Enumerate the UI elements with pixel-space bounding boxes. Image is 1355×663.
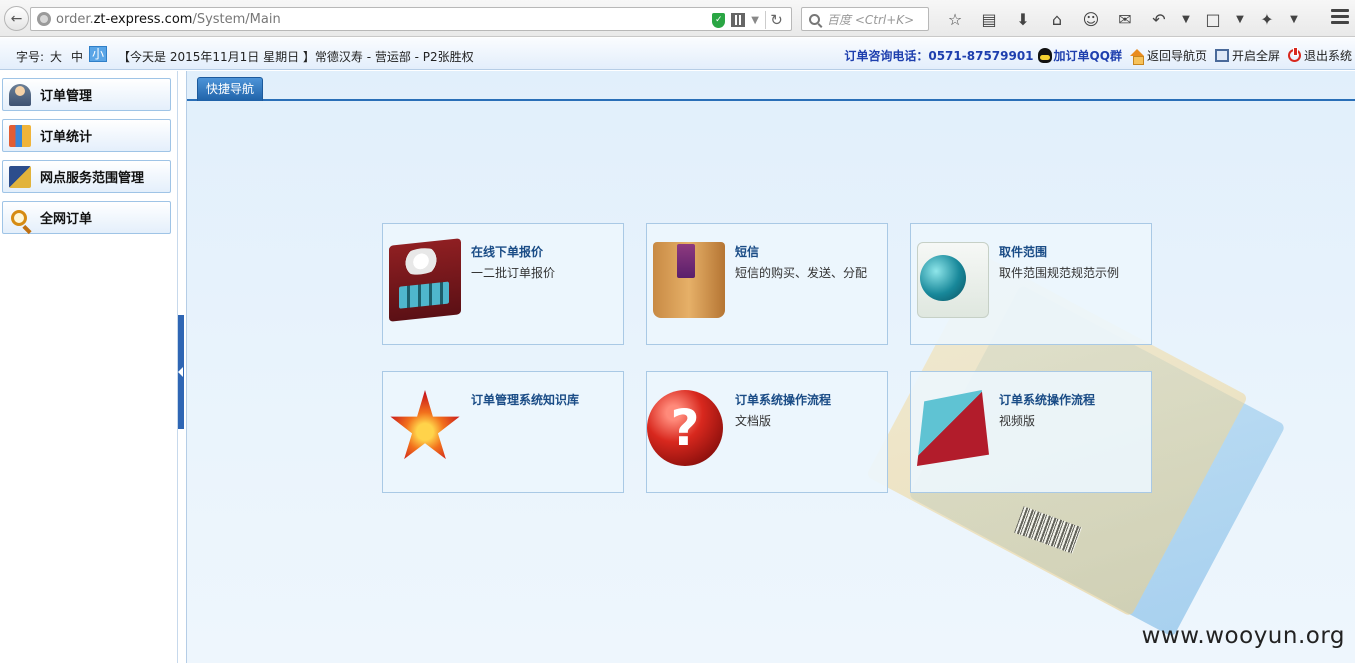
back-home-link[interactable]: 返回导航页: [1147, 47, 1207, 64]
sidebar-item-label: 订单统计: [40, 130, 93, 145]
card-online-quote[interactable]: 在线下单报价 一二批订单报价: [382, 223, 624, 345]
sidebar-item-label: 订单管理: [40, 89, 93, 104]
main-content: 快捷导航 在线下单报价 一二批订单报价 短信 短信的购买、发送、分配 取件范围 …: [186, 71, 1355, 663]
card-sms[interactable]: 短信 短信的购买、发送、分配: [646, 223, 888, 345]
sidebar-item-service-range[interactable]: 网点服务范围管理: [2, 160, 171, 193]
calculator-icon: [389, 238, 461, 322]
hotline: 订单咨询电话：0571-87579901: [844, 49, 1034, 63]
back-arrow-icon: ←: [10, 10, 23, 27]
tab-strip: 快捷导航: [187, 71, 1355, 101]
font-size-large[interactable]: 大: [50, 48, 62, 65]
card-title: 订单系统操作流程: [999, 393, 1096, 407]
sidebar-item-label: 全网订单: [40, 212, 93, 227]
fullscreen-icon: [1214, 49, 1229, 62]
search-placeholder: 百度 <Ctrl+K>: [827, 12, 915, 27]
search-input[interactable]: 百度 <Ctrl+K>: [801, 7, 929, 31]
box-icon: [653, 242, 725, 318]
font-size-small[interactable]: 小: [89, 46, 108, 62]
font-size-medium[interactable]: 中: [71, 48, 83, 65]
card-desc: 一二批订单报价: [471, 266, 556, 280]
help-icon: ?: [647, 390, 723, 466]
app-header: 字号: 大 中 小 【今天是 2015年11月1日 星期日 】常德汉寿 - 营运…: [0, 38, 1355, 70]
card-pickup-range[interactable]: 取件范围 取件范围规范规范示例: [910, 223, 1152, 345]
film-icon: [917, 390, 989, 466]
fullscreen-link[interactable]: 开启全屏: [1232, 47, 1280, 64]
logout-link[interactable]: 退出系统: [1304, 47, 1352, 64]
home-icon: [1129, 48, 1145, 65]
globe-document-icon: [917, 242, 989, 318]
back-button[interactable]: ←: [4, 6, 29, 31]
chevron-down-icon[interactable]: ▼: [1284, 8, 1304, 30]
qr-code-icon[interactable]: [731, 13, 746, 27]
card-title: 订单系统操作流程: [735, 393, 832, 407]
sidebar: 订单管理 订单统计 网点服务范围管理 全网订单: [0, 71, 178, 663]
card-desc: 视频版: [999, 414, 1036, 428]
watermark: www.wooyun.org: [1141, 623, 1345, 649]
card-operation-video[interactable]: 订单系统操作流程 视频版: [910, 371, 1152, 493]
sidebar-item-label: 网点服务范围管理: [40, 171, 145, 186]
qq-group-link[interactable]: 加订单QQ群: [1054, 47, 1122, 64]
today-info: 【今天是 2015年11月1日 星期日 】常德汉寿 - 营运部 - P2张胜权: [118, 50, 474, 64]
crop-icon[interactable]: □: [1196, 8, 1230, 30]
font-size-label: 字号:: [16, 50, 45, 64]
qq-icon: [1037, 48, 1052, 63]
card-title: 订单管理系统知识库: [471, 393, 580, 407]
shield-icon[interactable]: ✓: [712, 12, 726, 28]
url-text: order.zt-express.com/System/Main: [56, 11, 281, 27]
menu-icon[interactable]: [1331, 9, 1349, 27]
sidebar-item-order-management[interactable]: 订单管理: [2, 78, 171, 111]
card-desc: 短信的购买、发送、分配: [735, 266, 868, 280]
card-desc: 取件范围规范规范示例: [999, 266, 1120, 280]
statistics-icon: [9, 124, 31, 147]
power-icon: [1287, 47, 1301, 62]
card-title: 取件范围: [999, 245, 1048, 259]
reload-icon[interactable]: ↻: [765, 11, 787, 29]
card-knowledge-base[interactable]: 订单管理系统知识库: [382, 371, 624, 493]
magnifier-icon: [11, 209, 27, 226]
card-title: 在线下单报价: [471, 245, 544, 259]
bookmark-star-icon[interactable]: ☆: [938, 8, 972, 30]
sidebar-collapse-handle[interactable]: [178, 315, 184, 429]
book-icon: [9, 165, 31, 188]
chevron-down-icon[interactable]: ▼: [1176, 8, 1196, 30]
undo-icon[interactable]: ↶: [1142, 8, 1176, 30]
card-operation-doc[interactable]: ? 订单系统操作流程 文档版: [646, 371, 888, 493]
download-icon[interactable]: ⬇: [1006, 8, 1040, 30]
reading-list-icon[interactable]: ▤: [972, 8, 1006, 30]
user-icon: [9, 83, 31, 106]
search-icon: [809, 13, 820, 25]
plugin-icon[interactable]: ✦: [1250, 8, 1284, 30]
card-title: 短信: [735, 245, 760, 259]
sidebar-item-order-statistics[interactable]: 订单统计: [2, 119, 171, 152]
address-bar[interactable]: order.zt-express.com/System/Main ✓ ▼ ↻: [30, 7, 792, 31]
chevron-down-icon[interactable]: ▼: [751, 15, 759, 26]
tab-quick-navigation[interactable]: 快捷导航: [197, 77, 264, 101]
sidebar-item-all-orders[interactable]: 全网订单: [2, 201, 171, 234]
browser-toolbar: ← order.zt-express.com/System/Main ✓ ▼ ↻…: [0, 0, 1355, 37]
chevron-down-icon[interactable]: ▼: [1230, 8, 1250, 30]
emoji-icon[interactable]: ☺: [1074, 8, 1108, 30]
chat-icon[interactable]: ✉: [1108, 8, 1142, 30]
star-icon: [390, 390, 460, 460]
globe-icon: [37, 12, 51, 26]
home-icon[interactable]: ⌂: [1040, 8, 1074, 30]
card-desc: 文档版: [735, 414, 772, 428]
